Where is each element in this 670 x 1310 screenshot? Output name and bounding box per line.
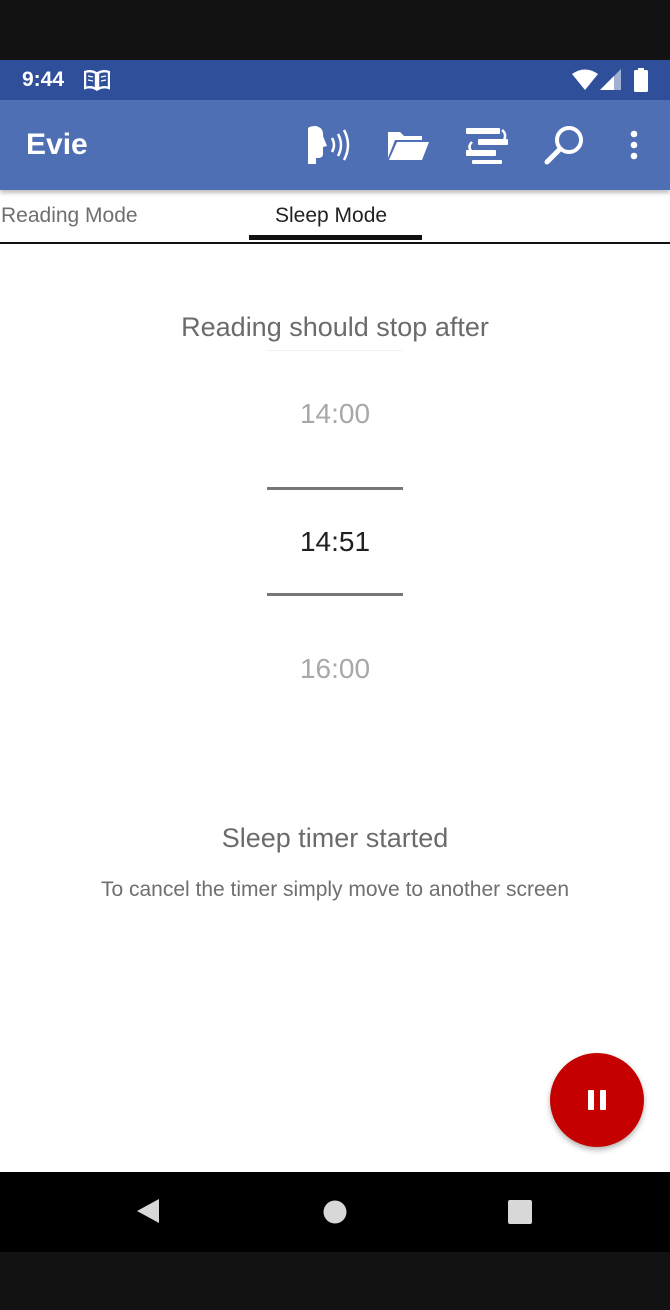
timer-status-title: Sleep timer started [221,823,449,853]
picker-top-fade [267,350,403,351]
more-vert-icon[interactable] [624,124,644,166]
pause-button[interactable] [550,1053,644,1147]
pause-icon [585,1090,609,1110]
picker-divider-top [267,487,403,490]
status-time: 9:44 [22,68,65,91]
app-bar: Evie [0,100,670,190]
sleep-prompt: Reading should stop after [181,312,489,342]
recents-icon[interactable] [507,1199,533,1230]
app-title: Evie [26,128,88,161]
status-bar: 9:44 [0,60,670,100]
top-bezel [0,0,670,60]
active-tab-indicator [249,235,422,240]
speak-icon[interactable] [306,124,352,166]
tab-sleep-mode[interactable]: Sleep Mode [275,204,387,228]
text-format-icon[interactable] [466,124,508,166]
folder-open-icon[interactable] [386,124,430,166]
picker-next-value[interactable]: 16:00 [0,653,670,685]
navigation-bar [0,1172,670,1252]
timer-status-subtitle: To cancel the timer simply move to anoth… [100,878,570,901]
home-icon[interactable] [322,1199,348,1230]
battery-icon [634,68,648,97]
picker-selected-value[interactable]: 14:51 [0,526,670,558]
picker-previous-value[interactable]: 14:00 [0,398,670,430]
book-icon [83,69,111,92]
back-icon[interactable] [135,1196,161,1231]
tab-reading-mode[interactable]: Reading Mode [1,204,138,228]
wifi-icon [572,69,598,96]
picker-divider-bottom [267,593,403,596]
signal-icon [600,69,622,96]
bottom-bezel [0,1252,670,1310]
search-icon[interactable] [544,124,586,166]
